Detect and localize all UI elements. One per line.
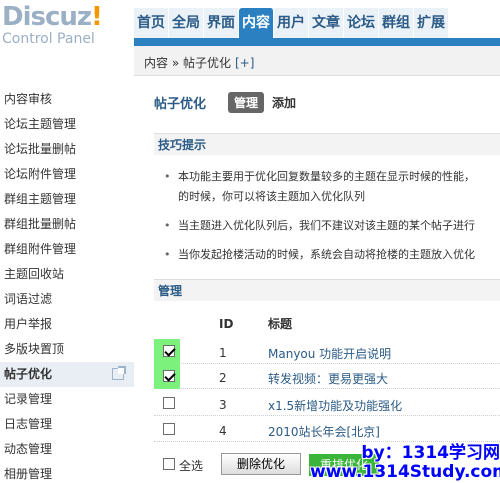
sidebar-item-group-prune[interactable]: 群组批量删帖 [0,212,134,237]
nav-user[interactable]: 用户 [274,8,309,38]
row-title-link[interactable]: 转发视频：更易更强大 [268,370,388,387]
row-checkbox-highlight [154,339,180,364]
manage-heading: 管理 [154,279,500,301]
sidebar-item-prune[interactable]: 论坛批量删帖 [0,137,134,162]
nav-forum[interactable]: 论坛 [344,8,379,38]
breadcrumb: 内容 » 帖子优化 [+] [144,54,254,71]
tip-item: 本功能主要用于优化回复数量较多的主题在显示时候的性能， [160,167,500,187]
logo-main: Discuz [2,2,92,32]
row-id: 4 [219,424,227,438]
nav-group[interactable]: 群组 [379,8,414,38]
sidebar-item-albums[interactable]: 相册管理 [0,462,134,483]
row-checkbox-highlight [154,364,180,389]
breadcrumb-path: 内容 » 帖子优化 [144,56,231,70]
nav-global[interactable]: 全局 [169,8,204,38]
discuz-logo: Discuz! Control Panel [2,2,103,47]
title-row: 帖子优化 管理 添加 [154,90,500,114]
sidebar-item-group-attachments[interactable]: 群组附件管理 [0,237,134,262]
select-all-checkbox[interactable] [163,458,175,470]
select-all-label[interactable]: 全选 [179,457,203,474]
row-title-link[interactable]: 2010站长年会[北京] [268,423,380,440]
row-checkbox[interactable] [163,423,175,435]
row-id: 2 [219,371,227,385]
row-checkbox[interactable] [163,370,175,382]
sidebar-item-feeds[interactable]: 动态管理 [0,437,134,462]
row-title-link[interactable]: Manyou 功能开启说明 [268,345,391,362]
logo-sub: Control Panel [2,31,95,47]
row-checkbox-cell [154,391,180,416]
sidebar-item-post-optimize[interactable]: 帖子优化 [0,362,134,387]
nav-content[interactable]: 内容 [239,8,274,38]
sidebar: 内容审核 论坛主题管理 论坛批量删帖 论坛附件管理 群组主题管理 群组批量删帖 … [0,87,134,483]
remove-optimize-button[interactable]: 删除优化 [221,453,301,475]
watermark-line1: by：1314学习网 [361,443,500,463]
sidebar-item-threads[interactable]: 论坛主题管理 [0,112,134,137]
row-id: 1 [219,346,227,360]
breadcrumb-bar: 内容 » 帖子优化 [+] [134,46,500,76]
row-checkbox[interactable] [163,345,175,357]
nav-article[interactable]: 文章 [309,8,344,38]
nav-style[interactable]: 界面 [204,8,239,38]
watermark: by：1314学习网 www.1314Study.com [310,444,500,482]
tip-item: 当你发起抢楼活动的时候，系统会自动将抢楼的主题放入优化 [160,245,500,265]
sidebar-item-censor[interactable]: 词语过滤 [0,287,134,312]
sidebar-item-report[interactable]: 用户举报 [0,312,134,337]
sidebar-item-group-threads[interactable]: 群组主题管理 [0,187,134,212]
tab-manage[interactable]: 管理 [228,91,265,113]
tips-heading: 技巧提示 [154,133,500,155]
tips-list: 本功能主要用于优化回复数量较多的主题在显示时候的性能， 的时候，你可以将该主题加… [160,167,500,265]
nav-home[interactable]: 首页 [134,8,169,38]
sidebar-item-multi-stick[interactable]: 多版块置顶 [0,337,134,362]
nav-strip [134,38,500,46]
tip-item: 当主题进入优化队列后，我们不建议对该主题的某个帖子进行 [160,216,500,236]
top-nav: 首页 全局 界面 内容 用户 文章 论坛 群组 扩展 [134,8,449,38]
main-content: 帖子优化 管理 添加 [154,90,500,114]
tab-add[interactable]: 添加 [272,94,296,111]
add-shortcut-link[interactable]: [+] [235,56,254,70]
row-title-link[interactable]: x1.5新增功能及功能强化 [268,397,402,414]
sidebar-item-logs[interactable]: 日志管理 [0,412,134,437]
logo-bang: ! [91,2,103,32]
nav-extend[interactable]: 扩展 [414,8,449,38]
column-header-title: 标题 [268,317,293,331]
page-title: 帖子优化 [154,96,207,112]
row-id: 3 [219,398,227,412]
row-checkbox[interactable] [163,397,175,409]
watermark-line2: www.1314Study.com [310,462,500,482]
header: Discuz! Control Panel 首页 全局 界面 内容 用户 文章 … [0,0,500,47]
sidebar-item-recyclebin[interactable]: 主题回收站 [0,262,134,287]
tip-item-continued: 的时候，你可以将该主题加入优化队列 [178,190,365,203]
sidebar-item-attachments[interactable]: 论坛附件管理 [0,162,134,187]
row-checkbox-cell [154,417,180,442]
sidebar-item-records[interactable]: 记录管理 [0,387,134,412]
sidebar-item-moderate[interactable]: 内容审核 [0,87,134,112]
column-header-id: ID [219,317,234,331]
open-new-window-icon[interactable] [112,366,126,380]
sidebar-item-label: 帖子优化 [4,367,53,381]
